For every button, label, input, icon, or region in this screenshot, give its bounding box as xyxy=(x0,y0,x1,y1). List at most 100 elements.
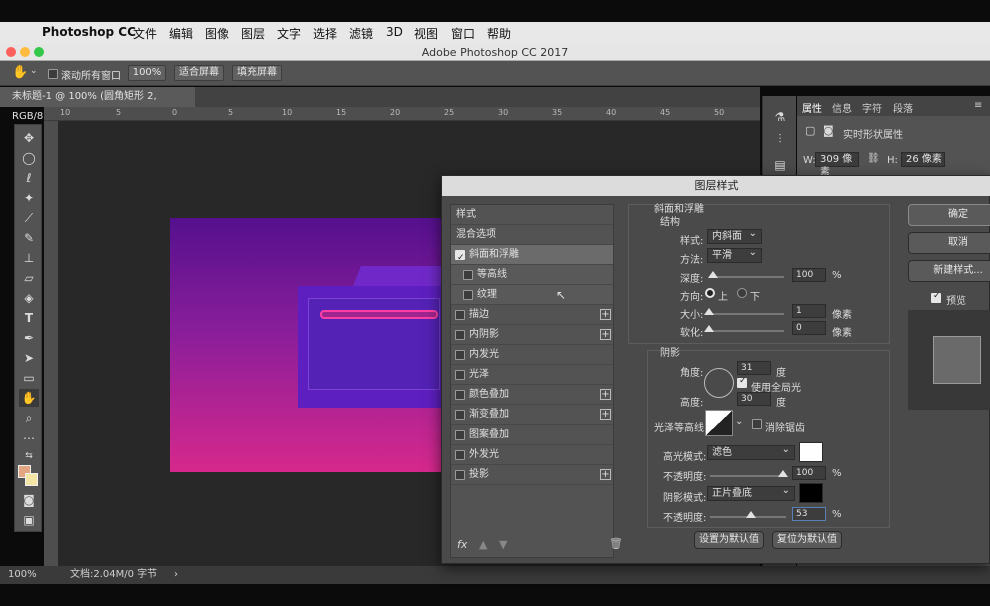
highlight-mode-select[interactable]: 滤色 xyxy=(707,443,795,460)
depth-slider-thumb[interactable] xyxy=(708,271,718,278)
marquee-tool-icon[interactable]: ◯ xyxy=(19,149,39,167)
color-overlay-checkbox[interactable] xyxy=(455,390,465,400)
gloss-contour-picker[interactable] xyxy=(705,410,733,436)
move-down-icon[interactable]: ▼ xyxy=(499,538,507,551)
style-item-inner-glow[interactable]: 内发光 xyxy=(451,345,613,365)
size-slider[interactable] xyxy=(704,308,784,315)
hand-tool-icon[interactable]: ✋ xyxy=(19,389,39,407)
type-tool-icon[interactable]: T xyxy=(19,309,39,327)
style-item-bevel-emboss[interactable]: 斜面和浮雕 xyxy=(451,245,613,268)
menu-layer[interactable]: 图层 xyxy=(241,25,265,42)
pattern-overlay-checkbox[interactable] xyxy=(455,430,465,440)
panel-menu-icon[interactable]: ≡ xyxy=(974,100,982,111)
tab-properties[interactable]: 属性 xyxy=(802,100,822,115)
depth-slider[interactable] xyxy=(708,271,784,278)
styles-header[interactable]: 样式 xyxy=(451,205,613,225)
fit-screen-button[interactable]: 适合屏幕 xyxy=(174,65,224,81)
tab-character[interactable]: 字符 xyxy=(862,100,882,115)
shadow-opacity-thumb[interactable] xyxy=(746,511,756,518)
rectangle-tool-icon[interactable]: ▭ xyxy=(19,369,39,387)
eyedropper-icon[interactable]: ⟋ xyxy=(19,209,39,227)
move-tool-icon[interactable]: ✥ xyxy=(19,129,39,147)
shadow-opacity-input[interactable]: 53 xyxy=(792,507,826,521)
height-input[interactable]: 26 像素 xyxy=(901,152,945,167)
menu-3d[interactable]: 3D xyxy=(386,25,403,39)
style-item-texture[interactable]: 纹理 ↖ xyxy=(451,285,613,305)
outer-glow-checkbox[interactable] xyxy=(455,450,465,460)
path-select-icon[interactable]: ➤ xyxy=(19,349,39,367)
soften-slider-thumb[interactable] xyxy=(704,325,714,332)
minimize-window-button[interactable] xyxy=(20,47,30,57)
shadow-mode-select[interactable]: 正片叠底 xyxy=(707,484,795,501)
style-item-gradient-overlay[interactable]: 渐变叠加 + xyxy=(451,405,613,425)
menu-filter[interactable]: 滤镜 xyxy=(349,25,373,42)
bevel-style-select[interactable]: 内斜面 xyxy=(707,227,762,244)
pen-tool-icon[interactable]: ✒ xyxy=(19,329,39,347)
menu-type[interactable]: 文字 xyxy=(277,25,301,42)
highlight-opacity-slider[interactable] xyxy=(710,470,788,477)
quick-mask-icon[interactable]: ◙ xyxy=(19,491,39,509)
tab-paragraph[interactable]: 段落 xyxy=(893,100,913,115)
menu-view[interactable]: 视图 xyxy=(414,25,438,42)
soften-input[interactable]: 0 xyxy=(792,321,826,335)
style-item-satin[interactable]: 光泽 xyxy=(451,365,613,385)
shadow-opacity-slider[interactable] xyxy=(710,511,786,518)
direction-down-radio[interactable] xyxy=(737,288,747,298)
hand-tool-icon[interactable]: ✋ xyxy=(12,65,28,80)
blending-options-item[interactable]: 混合选项 xyxy=(451,225,613,245)
reset-default-button[interactable]: 复位为默认值 xyxy=(772,531,842,549)
add-color-overlay-icon[interactable]: + xyxy=(600,389,611,400)
add-inner-shadow-icon[interactable]: + xyxy=(600,329,611,340)
stamp-icon[interactable]: ⊥ xyxy=(19,249,39,267)
status-zoom[interactable]: 100% xyxy=(8,566,37,584)
antialias-checkbox[interactable] xyxy=(752,419,762,429)
eraser-icon[interactable]: ▱ xyxy=(19,269,39,287)
adjustments-icon[interactable]: ⫶ xyxy=(770,130,790,148)
ok-button[interactable]: 确定 xyxy=(908,204,990,226)
altitude-input[interactable]: 30 xyxy=(737,392,771,406)
magic-wand-icon[interactable]: ✦ xyxy=(19,189,39,207)
gloss-contour-chevron-icon[interactable]: ⌄ xyxy=(735,416,743,427)
texture-checkbox[interactable] xyxy=(463,290,473,300)
fill-screen-button[interactable]: 填充屏幕 xyxy=(232,65,282,81)
style-item-inner-shadow[interactable]: 内阴影 + xyxy=(451,325,613,345)
swap-colors-icon[interactable]: ⇆ xyxy=(19,447,39,465)
menu-file[interactable]: 文件 xyxy=(133,25,157,42)
menu-select[interactable]: 选择 xyxy=(313,25,337,42)
zoom-window-button[interactable] xyxy=(34,47,44,57)
paint-bucket-icon[interactable]: ◈ xyxy=(19,289,39,307)
angle-dial[interactable] xyxy=(704,368,734,398)
inner-shadow-checkbox[interactable] xyxy=(455,330,465,340)
trash-icon[interactable]: 🗑 xyxy=(609,537,623,550)
gradient-overlay-checkbox[interactable] xyxy=(455,410,465,420)
style-item-drop-shadow[interactable]: 投影 + xyxy=(451,465,613,485)
soften-slider[interactable] xyxy=(704,325,784,332)
close-window-button[interactable] xyxy=(6,47,16,57)
shadow-color-swatch[interactable] xyxy=(799,483,823,503)
style-item-pattern-overlay[interactable]: 图案叠加 xyxy=(451,425,613,445)
more-tools-icon[interactable]: ⋯ xyxy=(19,429,39,447)
angle-input[interactable]: 31 xyxy=(737,361,771,375)
bevel-method-select[interactable]: 平滑 xyxy=(707,246,762,263)
contour-checkbox[interactable] xyxy=(463,270,473,280)
zoom-100-button[interactable]: 100% xyxy=(128,65,166,81)
stroke-checkbox[interactable] xyxy=(455,310,465,320)
preview-checkbox[interactable] xyxy=(931,291,941,303)
highlight-opacity-input[interactable]: 100 xyxy=(792,466,826,480)
brush-icon[interactable]: ✎ xyxy=(19,229,39,247)
bevel-emboss-checkbox[interactable] xyxy=(455,248,465,268)
menu-window[interactable]: 窗口 xyxy=(451,25,475,42)
document-tab[interactable]: 未标题-1 @ 100% (圆角矩形 2, RGB/8) * xyxy=(0,87,195,122)
drop-shadow-checkbox[interactable] xyxy=(455,470,465,480)
history-icon[interactable]: ⚗ xyxy=(770,108,790,126)
add-stroke-icon[interactable]: + xyxy=(600,309,611,320)
size-input[interactable]: 1 xyxy=(792,304,826,318)
global-light-checkbox[interactable] xyxy=(737,376,747,388)
inner-glow-checkbox[interactable] xyxy=(455,350,465,360)
background-color-swatch[interactable] xyxy=(25,473,38,486)
style-item-contour[interactable]: 等高线 xyxy=(451,265,613,285)
direction-up-radio[interactable] xyxy=(705,288,715,298)
satin-checkbox[interactable] xyxy=(455,370,465,380)
lasso-tool-icon[interactable]: ℓ xyxy=(19,169,39,187)
libraries-icon[interactable]: ▤ xyxy=(770,156,790,174)
